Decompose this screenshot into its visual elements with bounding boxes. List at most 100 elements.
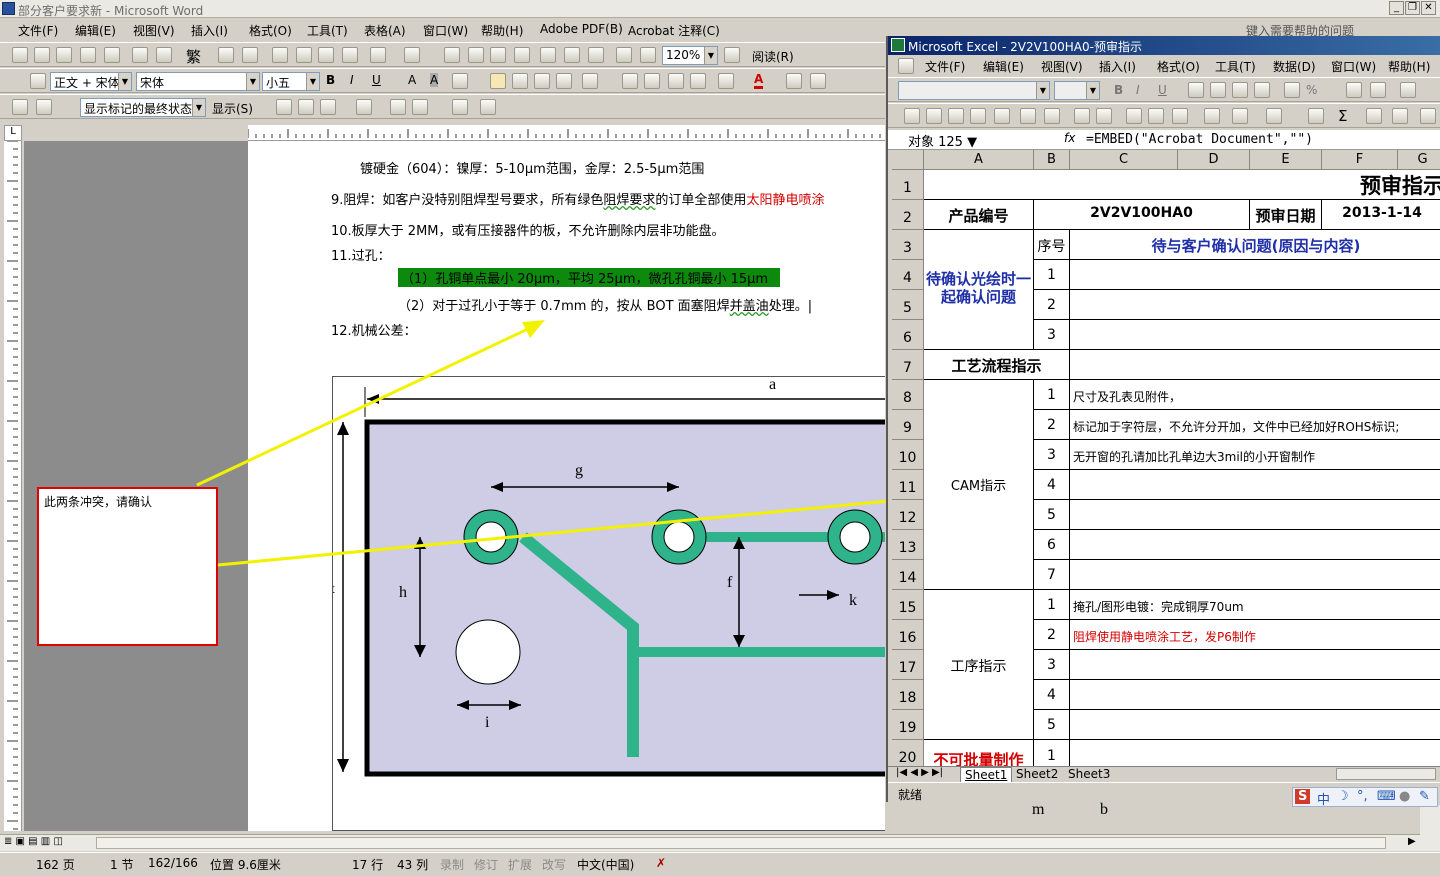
menu-adobe-pdf[interactable]: Adobe PDF(B) xyxy=(540,22,623,36)
excel-undo-icon[interactable] xyxy=(1232,108,1248,124)
row-header[interactable]: 16 xyxy=(892,620,924,650)
instruction-cell[interactable] xyxy=(1070,560,1440,590)
seq-cell[interactable]: 3 xyxy=(1034,440,1070,470)
increase-indent-icon[interactable] xyxy=(690,73,706,89)
date-label[interactable]: 预审日期 xyxy=(1250,200,1322,230)
reject-change-icon[interactable] xyxy=(356,99,372,115)
row-header[interactable]: 17 xyxy=(892,650,924,680)
seq-cell[interactable]: 4 xyxy=(1034,470,1070,500)
accept-change-icon[interactable] xyxy=(320,99,336,115)
col-header-b[interactable]: B xyxy=(1034,150,1070,170)
excel-align-center-icon[interactable] xyxy=(1210,82,1226,98)
menu-window[interactable]: 窗口(W) xyxy=(423,22,468,39)
style-select[interactable]: 正文 + 宋体 ▼ xyxy=(50,72,132,91)
scroll-right-arrow[interactable]: ▶ xyxy=(1408,836,1416,847)
excel-indent-icon[interactable] xyxy=(1400,82,1416,98)
seq-cell[interactable]: 5 xyxy=(1034,500,1070,530)
row-header[interactable]: 14 xyxy=(892,560,924,590)
row-header[interactable]: 12 xyxy=(892,500,924,530)
excel-redo-icon[interactable] xyxy=(1266,108,1282,124)
read-mode-button[interactable]: 阅读(R) xyxy=(752,48,794,65)
seq-cell[interactable]: 1 xyxy=(1034,380,1070,410)
formula-input[interactable]: =EMBED("Acrobat Document","") xyxy=(1086,132,1313,147)
show-markup-button[interactable]: 显示(S) xyxy=(212,100,253,117)
excel-menu-window[interactable]: 窗口(W) xyxy=(1331,58,1376,75)
ime-keyboard-icon[interactable]: ⌨ xyxy=(1377,789,1396,804)
excel-hyperlink-icon[interactable] xyxy=(1308,108,1324,124)
row-header[interactable]: 8 xyxy=(892,380,924,410)
spelling-icon[interactable] xyxy=(218,47,234,63)
seq-cell[interactable]: 7 xyxy=(1034,560,1070,590)
instruction-cell[interactable] xyxy=(1070,680,1440,710)
excel-size-select[interactable]: ▼ xyxy=(1054,81,1100,100)
ime-settings-icon[interactable]: ✎ xyxy=(1419,789,1430,804)
underline-button[interactable]: U xyxy=(372,73,381,87)
tables-borders-icon[interactable] xyxy=(468,47,484,63)
email-icon[interactable] xyxy=(104,47,120,63)
instruction-cell[interactable]: 掩孔/图形电镀：完成铜厚70um xyxy=(1070,590,1440,620)
row-header[interactable]: 2 xyxy=(892,200,924,230)
format-painter-icon[interactable] xyxy=(342,47,358,63)
excel-hscroll[interactable] xyxy=(1336,768,1436,780)
excel-cut-icon[interactable] xyxy=(1126,108,1142,124)
row-header[interactable]: 4 xyxy=(892,260,924,290)
menu-view[interactable]: 视图(V) xyxy=(133,22,175,39)
seq-cell[interactable]: 6 xyxy=(1034,530,1070,560)
next-change-icon[interactable] xyxy=(298,99,314,115)
worksheet-grid[interactable]: A B C D E F G 1 2 3 4 5 6 7 8 9 10 11 12 13 14 15 16 17 1… xyxy=(892,150,1440,802)
align-center-icon[interactable] xyxy=(512,73,528,89)
flow-label[interactable]: 工艺流程指示 xyxy=(924,350,1070,380)
menu-acrobat-comments[interactable]: Acrobat 注释(C) xyxy=(628,22,720,39)
excel-menu-edit[interactable]: 编辑(E) xyxy=(983,58,1024,75)
char-scale-icon[interactable] xyxy=(452,73,468,89)
instruction-cell[interactable]: 无开窗的孔请加比孔单边大3mil的小开窗制作 xyxy=(1070,440,1440,470)
excel-bold-button[interactable]: B xyxy=(1114,83,1123,97)
bullets-icon[interactable] xyxy=(644,73,660,89)
decrease-indent-icon[interactable] xyxy=(668,73,684,89)
excel-save-icon[interactable] xyxy=(948,108,964,124)
ime-user-icon[interactable]: ● xyxy=(1399,789,1410,804)
excel-currency-icon[interactable] xyxy=(1284,82,1300,98)
cut-icon[interactable] xyxy=(272,47,288,63)
status-rec[interactable]: 录制 xyxy=(440,856,464,873)
document-page[interactable]: 镀硬金（604）：镍厚：5-10μm范围，金厚：2.5-5μm范围 9.阻焊：如… xyxy=(248,141,885,831)
undo-icon[interactable] xyxy=(370,47,386,63)
ime-moon-icon[interactable]: ☽ xyxy=(1337,789,1349,804)
zoom-tool-icon[interactable] xyxy=(640,47,656,63)
show-hide-icon[interactable] xyxy=(616,47,632,63)
bold-button[interactable]: B xyxy=(326,73,335,87)
document-map-icon[interactable] xyxy=(588,47,604,63)
menu-table[interactable]: 表格(A) xyxy=(364,22,406,39)
col-header-d[interactable]: D xyxy=(1178,150,1250,170)
enclose-characters-icon[interactable] xyxy=(810,73,826,89)
name-box[interactable]: 对象 125 ▼ xyxy=(908,131,1018,150)
save-icon[interactable] xyxy=(56,47,72,63)
excel-paste-icon[interactable] xyxy=(1172,108,1188,124)
copy-icon[interactable] xyxy=(296,47,312,63)
markup-display-select[interactable]: 显示标记的最终状态 ▼ xyxy=(80,98,206,117)
instruction-cell[interactable]: 尺寸及孔表见附件， xyxy=(1070,380,1440,410)
status-trk[interactable]: 修订 xyxy=(474,856,498,873)
row-header[interactable]: 11 xyxy=(892,470,924,500)
excel-underline-button[interactable]: U xyxy=(1158,83,1167,97)
seq-cell[interactable]: 2 xyxy=(1034,290,1070,320)
menu-format[interactable]: 格式(O) xyxy=(249,22,292,39)
col-header-c[interactable]: C xyxy=(1070,150,1178,170)
print-preview-icon[interactable] xyxy=(156,47,172,63)
select-all-corner[interactable] xyxy=(892,150,924,170)
excel-research-icon[interactable] xyxy=(1096,108,1112,124)
row-header[interactable]: 19 xyxy=(892,710,924,740)
ime-punct-icon[interactable]: °, xyxy=(1357,789,1368,804)
process-label[interactable]: 工序指示 xyxy=(924,590,1034,740)
redo-icon[interactable] xyxy=(404,47,420,63)
excel-doc-icon[interactable] xyxy=(898,58,914,74)
row-header[interactable]: 5 xyxy=(892,290,924,320)
product-value[interactable]: 2V2V100HA0 xyxy=(1034,200,1250,230)
excel-italic-button[interactable]: I xyxy=(1136,83,1140,97)
row-header[interactable]: 7 xyxy=(892,350,924,380)
function-icon[interactable]: fx xyxy=(1064,131,1075,145)
excel-print-icon[interactable] xyxy=(1020,108,1036,124)
seq-cell[interactable]: 2 xyxy=(1034,410,1070,440)
instruction-cell[interactable] xyxy=(1070,260,1440,290)
confirm-group-label[interactable]: 待确认光绘时一起确认问题 xyxy=(924,230,1034,350)
